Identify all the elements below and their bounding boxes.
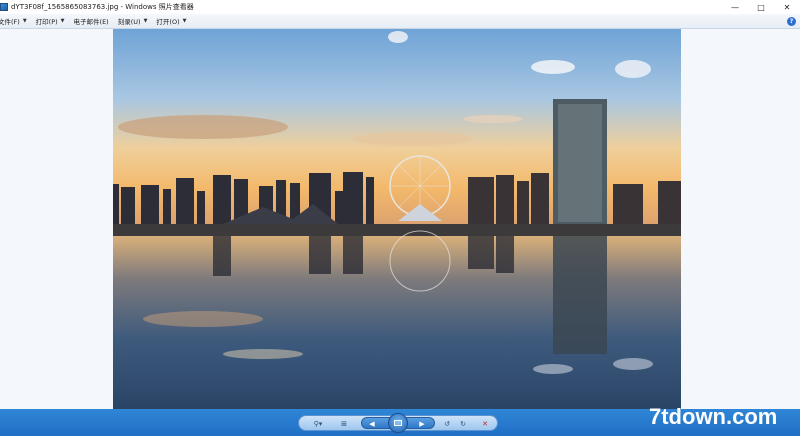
- chevron-down-icon: ▼: [22, 18, 27, 24]
- chevron-down-icon: ▼: [182, 18, 187, 24]
- photo[interactable]: [113, 29, 681, 409]
- menu-email[interactable]: 电子邮件(E): [74, 16, 109, 26]
- menu-bar: 文件(F) ▼ 打印(P) ▼ 电子邮件(E) 刻录(U) ▼ 打开(O) ▼ ?: [0, 14, 800, 29]
- playback-controls: ⚲▾ ⊞ ◀ ▶ ↺ ↻ ✕: [298, 413, 498, 433]
- window-title: dYT3F08f_1565865083763.jpg - Windows 照片查…: [11, 3, 194, 11]
- delete-icon[interactable]: ✕: [479, 417, 491, 430]
- menu-file[interactable]: 文件(F) ▼: [0, 16, 27, 26]
- menu-print-label: 打印(P): [35, 18, 58, 26]
- fit-icon[interactable]: ⊞: [337, 417, 351, 430]
- menu-open[interactable]: 打开(O) ▼: [156, 16, 186, 26]
- city-skyline-photo: [113, 29, 681, 409]
- menu-burn[interactable]: 刻录(U) ▼: [118, 16, 148, 26]
- window-controls: — □ ✕: [722, 0, 800, 14]
- help-icon[interactable]: ?: [787, 17, 796, 26]
- menu-burn-label: 刻录(U): [117, 18, 141, 26]
- rotate-right-icon[interactable]: ↻: [457, 417, 469, 430]
- image-viewer: [0, 29, 800, 409]
- maximize-button[interactable]: □: [748, 0, 774, 14]
- minimize-button[interactable]: —: [722, 0, 748, 14]
- photo-viewer-icon: [0, 3, 8, 11]
- slideshow-icon[interactable]: [388, 413, 408, 433]
- zoom-icon[interactable]: ⚲▾: [309, 417, 327, 430]
- previous-icon[interactable]: ◀: [365, 417, 379, 430]
- chevron-down-icon: ▼: [60, 18, 65, 24]
- menu-file-label: 文件(F): [0, 18, 20, 26]
- next-icon[interactable]: ▶: [415, 417, 429, 430]
- menu-open-label: 打开(O): [156, 18, 180, 26]
- menu-email-label: 电子邮件(E): [73, 18, 109, 26]
- rotate-left-icon[interactable]: ↺: [441, 417, 453, 430]
- chevron-down-icon: ▼: [143, 18, 148, 24]
- title-bar: dYT3F08f_1565865083763.jpg - Windows 照片查…: [0, 0, 800, 14]
- slideshow-inner: [394, 420, 402, 426]
- watermark: 7tdown.com: [649, 404, 778, 429]
- close-button[interactable]: ✕: [774, 0, 800, 14]
- menu-print[interactable]: 打印(P) ▼: [36, 16, 65, 26]
